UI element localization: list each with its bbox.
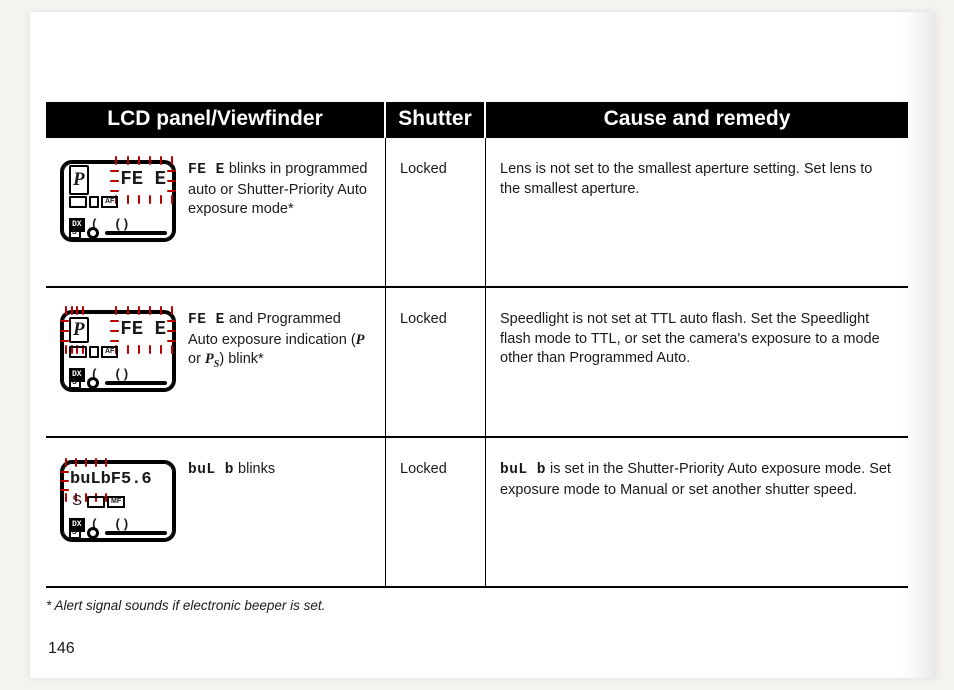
remedy-body: is set in the Shutter-Priority Auto expo… [500,461,891,498]
mode-symbol: P [356,332,365,348]
mode-indicator-icon: P [69,317,89,343]
mode-symbol: P [205,351,214,367]
focus-dot-icon [87,227,99,239]
description-text: blinks [234,461,275,477]
exposure-bar-icon [105,231,167,235]
lcd-description: FE E blinks in programmed auto or Shutte… [188,160,371,220]
table-header: LCD panel/Viewfinder Shutter Cause and r… [46,102,908,138]
table-row: buLbF5.6 S MF DX [46,438,908,588]
lcd-code: FE E [188,312,225,328]
shutter-status: Locked [386,138,486,286]
header-lcd: LCD panel/Viewfinder [46,102,386,138]
lcd-description: FE E and Programmed Auto exposure indica… [188,310,371,372]
lcd-segment-icon [69,346,87,358]
lcd-readout: FE E [119,318,167,340]
s-box-icon [69,377,81,389]
focus-dot-icon [87,377,99,389]
lcd-description: buL b blinks [188,460,275,481]
lcd-code: buL b [500,462,546,478]
header-shutter: Shutter [386,102,486,138]
shutter-status: Locked [386,288,486,436]
lcd-code: FE E [188,162,225,178]
lcd-icon: buLbF5.6 S MF DX [60,460,176,542]
remedy-text: Lens is not set to the smallest aperture… [486,138,908,286]
mode-indicator-icon: S [69,491,85,512]
lcd-readout: buLbF5.6 [69,470,153,489]
remedy-text: buL b is set in the Shutter-Priority Aut… [486,438,908,586]
exposure-bar-icon [105,531,167,535]
focus-dot-icon [87,527,99,539]
shutter-status: Locked [386,438,486,586]
mode-indicator-icon: P [69,165,89,196]
mf-indicator-icon: MF [107,496,125,508]
lcd-segment-icon [87,496,105,508]
lcd-segment-icon [69,196,87,208]
troubleshoot-table: P FE E AF [46,138,908,588]
table-row: P FE E AF [46,138,908,288]
table-row: P FE E [46,288,908,438]
description-text: ) blink* [219,351,263,367]
page-number: 146 [48,640,75,658]
af-indicator-icon: AF [101,196,118,208]
lcd-icon: P FE E AF [60,160,176,242]
header-remedy: Cause and remedy [486,102,908,138]
s-box-icon [69,227,81,239]
lcd-readout: FE E [119,168,167,190]
lcd-segment-icon [89,196,99,208]
lcd-code: buL b [188,462,234,478]
af-indicator-icon: AF [101,346,118,358]
exposure-bar-icon [105,381,167,385]
footnote: * Alert signal sounds if electronic beep… [46,598,908,613]
remedy-text: Speedlight is not set at TTL auto flash.… [486,288,908,436]
s-box-icon [69,527,81,539]
description-text: or [188,351,205,367]
lcd-icon: P FE E [60,310,176,392]
lcd-segment-icon [89,346,99,358]
